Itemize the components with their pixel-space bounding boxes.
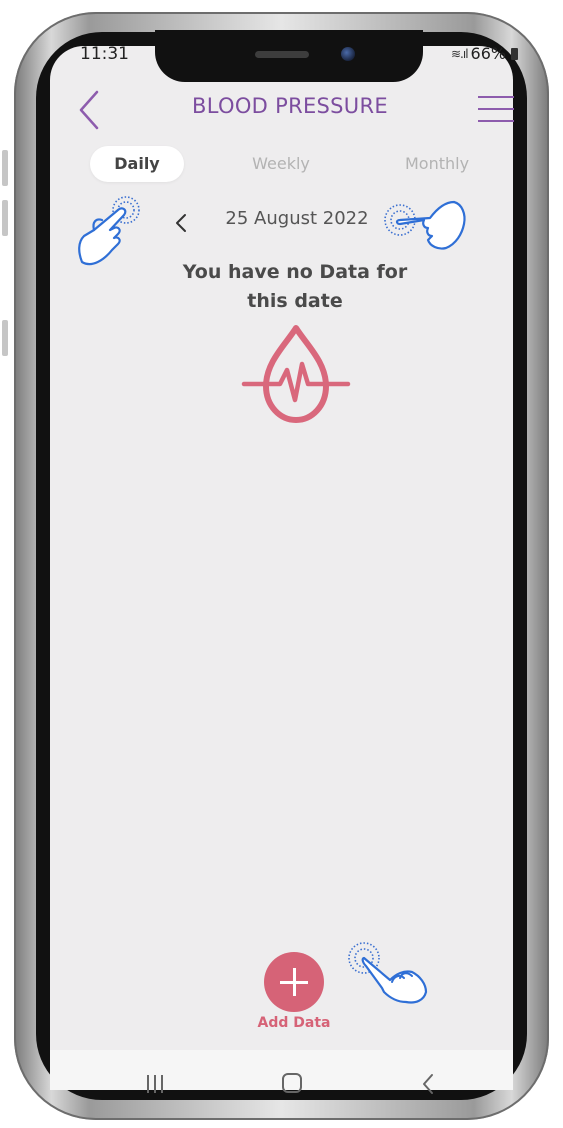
blood-drop-pulse-icon [241,325,351,423]
volume-down-button [2,200,8,236]
recent-apps-icon[interactable] [145,1075,167,1093]
power-button [2,320,8,356]
system-back-icon[interactable] [420,1072,436,1096]
hamburger-menu-icon[interactable] [478,94,518,124]
back-chevron-icon[interactable] [73,88,105,132]
page-title: BLOOD PRESSURE [192,94,388,118]
front-camera [341,47,355,61]
tab-monthly[interactable]: Monthly [392,146,482,182]
empty-state-message: You have no Data for this date [150,258,440,316]
tap-gesture-hand-icon [78,196,140,266]
status-time: 11:31 [80,44,129,64]
current-date: 25 August 2022 [225,208,369,229]
empty-state-line-2: this date [247,290,343,312]
home-icon[interactable] [282,1073,302,1093]
speaker-grill [255,51,309,58]
volume-up-button [2,150,8,186]
wifi-signal-icon: ≋.ıl [451,46,469,61]
add-data-button[interactable] [264,952,324,1012]
status-indicators: ≋.ıl 66% [451,44,519,63]
battery-icon [511,47,519,60]
tab-weekly[interactable]: Weekly [236,146,326,182]
battery-percent: 66% [470,44,507,63]
add-data-label[interactable]: Add Data [244,1015,344,1031]
tap-gesture-hand-icon [348,942,428,1004]
tap-gesture-hand-icon [384,200,466,250]
tab-daily[interactable]: Daily [90,146,184,182]
empty-state-line-1: You have no Data for [182,261,408,283]
notch [155,30,423,82]
previous-date-chevron-icon[interactable] [170,208,192,238]
